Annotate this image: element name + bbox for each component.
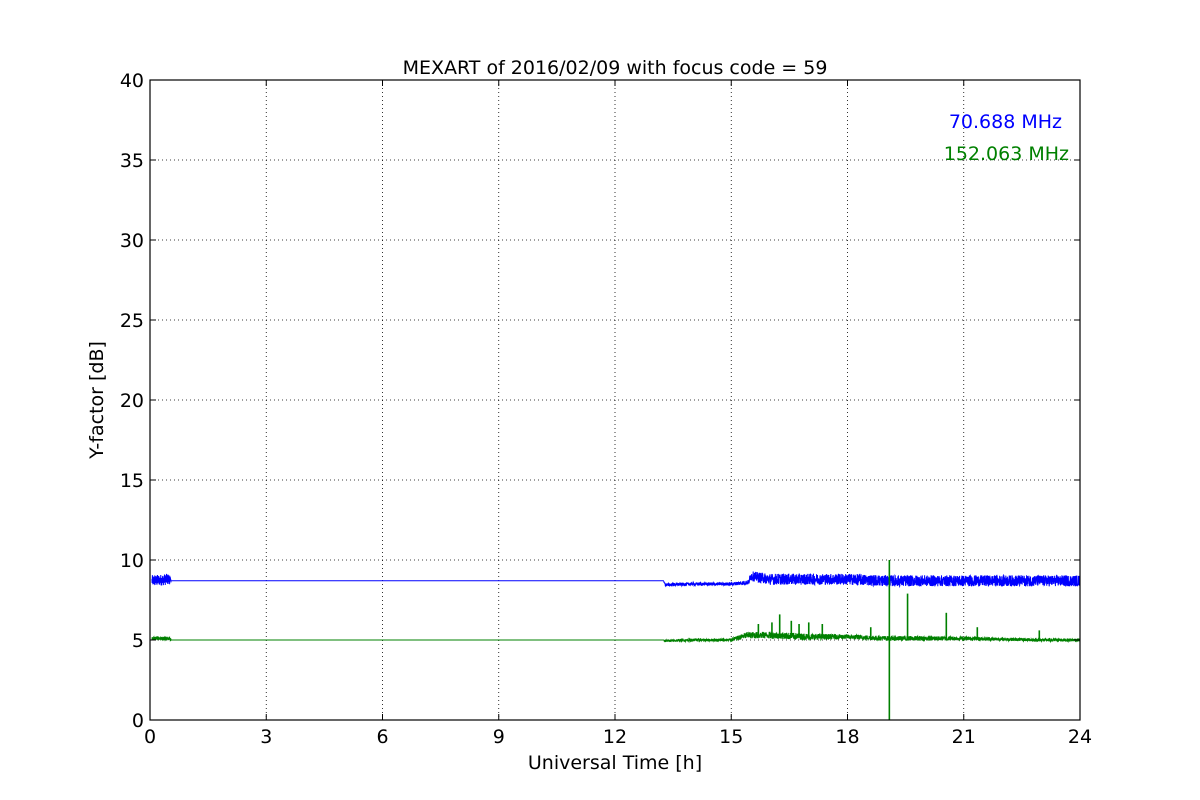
series-line: [151, 571, 1081, 589]
grid: [150, 80, 1080, 720]
y-tick-label: 25: [120, 310, 144, 332]
x-tick-label: 3: [260, 726, 272, 748]
chart: MEXART of 2016/02/09 with focus code = 5…: [86, 57, 1092, 774]
y-tick-label: 15: [120, 470, 144, 492]
chart-title: MEXART of 2016/02/09 with focus code = 5…: [403, 57, 828, 79]
y-tick-label: 0: [132, 710, 144, 732]
y-tick-label: 10: [120, 550, 144, 572]
x-tick-label: 0: [144, 726, 156, 748]
y-tick-label: 20: [120, 390, 144, 412]
x-tick-label: 24: [1068, 726, 1092, 748]
series-layer: [151, 560, 1081, 720]
x-tick-label: 15: [719, 726, 743, 748]
y-tick-label: 35: [120, 150, 144, 172]
x-tick-label: 21: [952, 726, 976, 748]
y-tick-label: 5: [132, 630, 144, 652]
y-tick-label: 30: [120, 230, 144, 252]
x-tick-label: 9: [493, 726, 505, 748]
legend: 70.688 MHz 152.063 MHz: [944, 111, 1069, 165]
x-tick-label: 6: [376, 726, 388, 748]
series-1: [151, 571, 1081, 589]
legend-entry: 152.063 MHz: [944, 143, 1069, 165]
legend-entry: 70.688 MHz: [949, 111, 1062, 133]
x-axis-label: Universal Time [h]: [528, 752, 702, 774]
y-axis-label: Y-factor [dB]: [86, 341, 108, 460]
series-line: [151, 631, 1081, 644]
y-tick-label: 40: [120, 70, 144, 92]
x-tick-label: 12: [603, 726, 627, 748]
tick-labels: 0 3 6 9 12 15 18 21 24 0 5 10 15 20 25 30 35 40: [120, 70, 1092, 748]
x-tick-label: 18: [835, 726, 859, 748]
